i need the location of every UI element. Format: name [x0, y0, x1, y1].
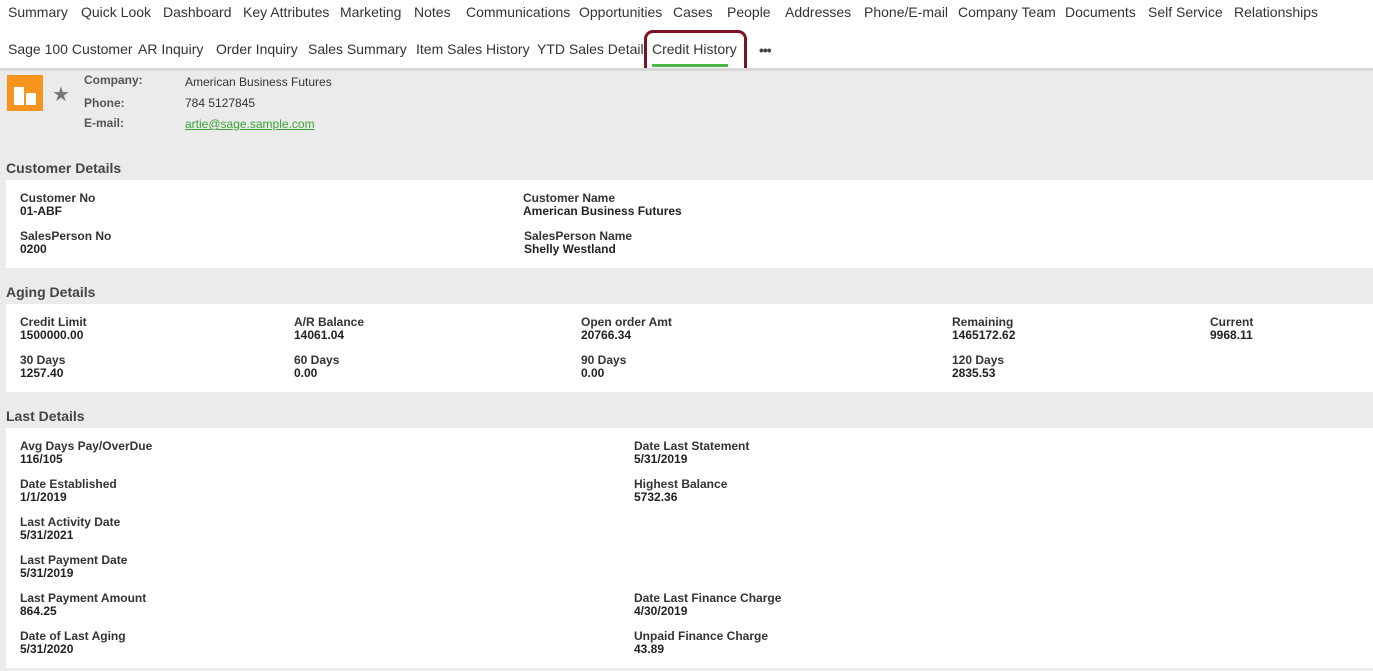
tab-self-service[interactable]: Self Service [1148, 0, 1223, 24]
unpaid-finance-field: Unpaid Finance Charge 43.89 [634, 630, 768, 656]
tab-cases[interactable]: Cases [673, 0, 713, 24]
more-icon[interactable]: ••• [759, 42, 772, 58]
tab-company-team[interactable]: Company Team [958, 0, 1056, 24]
tab-opportunities[interactable]: Opportunities [579, 0, 662, 24]
customer-no-field: Customer No 01-ABF [20, 192, 95, 218]
days-90-value: 0.00 [581, 366, 605, 380]
days-30-field: 30 Days 1257.40 [20, 354, 65, 380]
highest-balance-field: Highest Balance 5732.36 [634, 478, 727, 504]
tab-dashboard[interactable]: Dashboard [163, 0, 232, 24]
company-label: Company: [84, 73, 143, 87]
tab-communications[interactable]: Communications [466, 0, 570, 24]
salesperson-name-field: SalesPerson Name Shelly Westland [524, 230, 632, 256]
remaining-value: 1465172.62 [952, 328, 1016, 342]
open-order-field: Open order Amt 20766.34 [581, 316, 672, 342]
favorite-star-icon[interactable]: ★ [52, 82, 70, 107]
tab-quick-look[interactable]: Quick Look [81, 0, 151, 24]
customer-details-title: Customer Details [6, 160, 122, 176]
last-payment-date-field: Last Payment Date 5/31/2019 [20, 554, 127, 580]
customer-no-value: 01-ABF [20, 204, 63, 218]
last-payment-amount-value: 864.25 [20, 604, 57, 618]
unpaid-finance-value: 43.89 [634, 642, 665, 656]
salesperson-no-field: SalesPerson No 0200 [20, 230, 111, 256]
primary-tabs: Summary Quick Look Dashboard Key Attribu… [0, 0, 1373, 30]
last-payment-date-value: 5/31/2019 [20, 566, 74, 580]
last-activity-field: Last Activity Date 5/31/2021 [20, 516, 120, 542]
tab-documents[interactable]: Documents [1065, 0, 1136, 24]
salesperson-name-value: Shelly Westland [524, 242, 616, 256]
current-value: 9968.11 [1210, 328, 1253, 342]
days-120-field: 120 Days 2835.53 [952, 354, 1004, 380]
tab-addresses[interactable]: Addresses [785, 0, 851, 24]
phone-label: Phone: [84, 96, 125, 110]
company-icon [7, 75, 43, 111]
date-established-value: 1/1/2019 [20, 490, 67, 504]
tab-item-sales-history[interactable]: Item Sales History [416, 37, 530, 61]
avg-days-field: Avg Days Pay/OverDue 116/105 [20, 440, 152, 466]
customer-name-value: American Business Futures [523, 204, 682, 218]
company-value: American Business Futures [185, 75, 332, 89]
open-order-value: 20766.34 [581, 328, 632, 342]
days-30-value: 1257.40 [20, 366, 64, 380]
phone-value: 784 5127845 [185, 96, 256, 110]
salesperson-no-value: 0200 [20, 242, 47, 256]
tab-notes[interactable]: Notes [414, 0, 451, 24]
current-field: Current 9968.11 [1210, 316, 1253, 342]
last-details-title: Last Details [6, 408, 85, 424]
date-last-aging-value: 5/31/2020 [20, 642, 74, 656]
date-last-statement-value: 5/31/2019 [634, 452, 688, 466]
aging-details-title: Aging Details [6, 284, 96, 300]
email-link[interactable]: artie@sage.sample.com [185, 117, 315, 131]
ar-balance-value: 14061.04 [294, 328, 345, 342]
tab-people[interactable]: People [727, 0, 771, 24]
tab-marketing[interactable]: Marketing [340, 0, 401, 24]
last-activity-value: 5/31/2021 [20, 528, 74, 542]
tab-order-inquiry[interactable]: Order Inquiry [216, 37, 298, 61]
date-last-statement-field: Date Last Statement 5/31/2019 [634, 440, 749, 466]
credit-limit-value: 1500000.00 [20, 328, 84, 342]
days-60-field: 60 Days 0.00 [294, 354, 339, 380]
last-details-panel: Avg Days Pay/OverDue 116/105 Date Last S… [6, 428, 1373, 668]
aging-details-panel: Credit Limit 1500000.00 A/R Balance 1406… [6, 304, 1373, 392]
avg-days-value: 116/105 [20, 452, 63, 466]
customer-details-panel: Customer No 01-ABF Customer Name America… [6, 180, 1373, 268]
date-last-finance-field: Date Last Finance Charge 4/30/2019 [634, 592, 781, 618]
highest-balance-value: 5732.36 [634, 490, 678, 504]
tab-summary[interactable]: Summary [8, 0, 68, 24]
customer-name-field: Customer Name American Business Futures [523, 192, 682, 218]
date-established-field: Date Established 1/1/2019 [20, 478, 117, 504]
tab-ar-inquiry[interactable]: AR Inquiry [138, 37, 203, 61]
days-90-field: 90 Days 0.00 [581, 354, 626, 380]
email-label: E-mail: [84, 116, 125, 130]
last-payment-amount-field: Last Payment Amount 864.25 [20, 592, 146, 618]
credit-limit-field: Credit Limit 1500000.00 [20, 316, 87, 342]
days-60-value: 0.00 [294, 366, 318, 380]
days-120-value: 2835.53 [952, 366, 996, 380]
date-last-finance-value: 4/30/2019 [634, 604, 688, 618]
tab-ytd-sales-detail[interactable]: YTD Sales Detail [537, 37, 644, 61]
date-last-aging-field: Date of Last Aging 5/31/2020 [20, 630, 126, 656]
tab-key-attributes[interactable]: Key Attributes [243, 0, 329, 24]
ar-balance-field: A/R Balance 14061.04 [294, 316, 364, 342]
tab-sales-summary[interactable]: Sales Summary [308, 37, 407, 61]
tab-sage-100-customer[interactable]: Sage 100 Customer [8, 37, 133, 61]
tab-relationships[interactable]: Relationships [1234, 0, 1318, 24]
remaining-field: Remaining 1465172.62 [952, 316, 1015, 342]
tab-phone-email[interactable]: Phone/E-mail [864, 0, 948, 24]
